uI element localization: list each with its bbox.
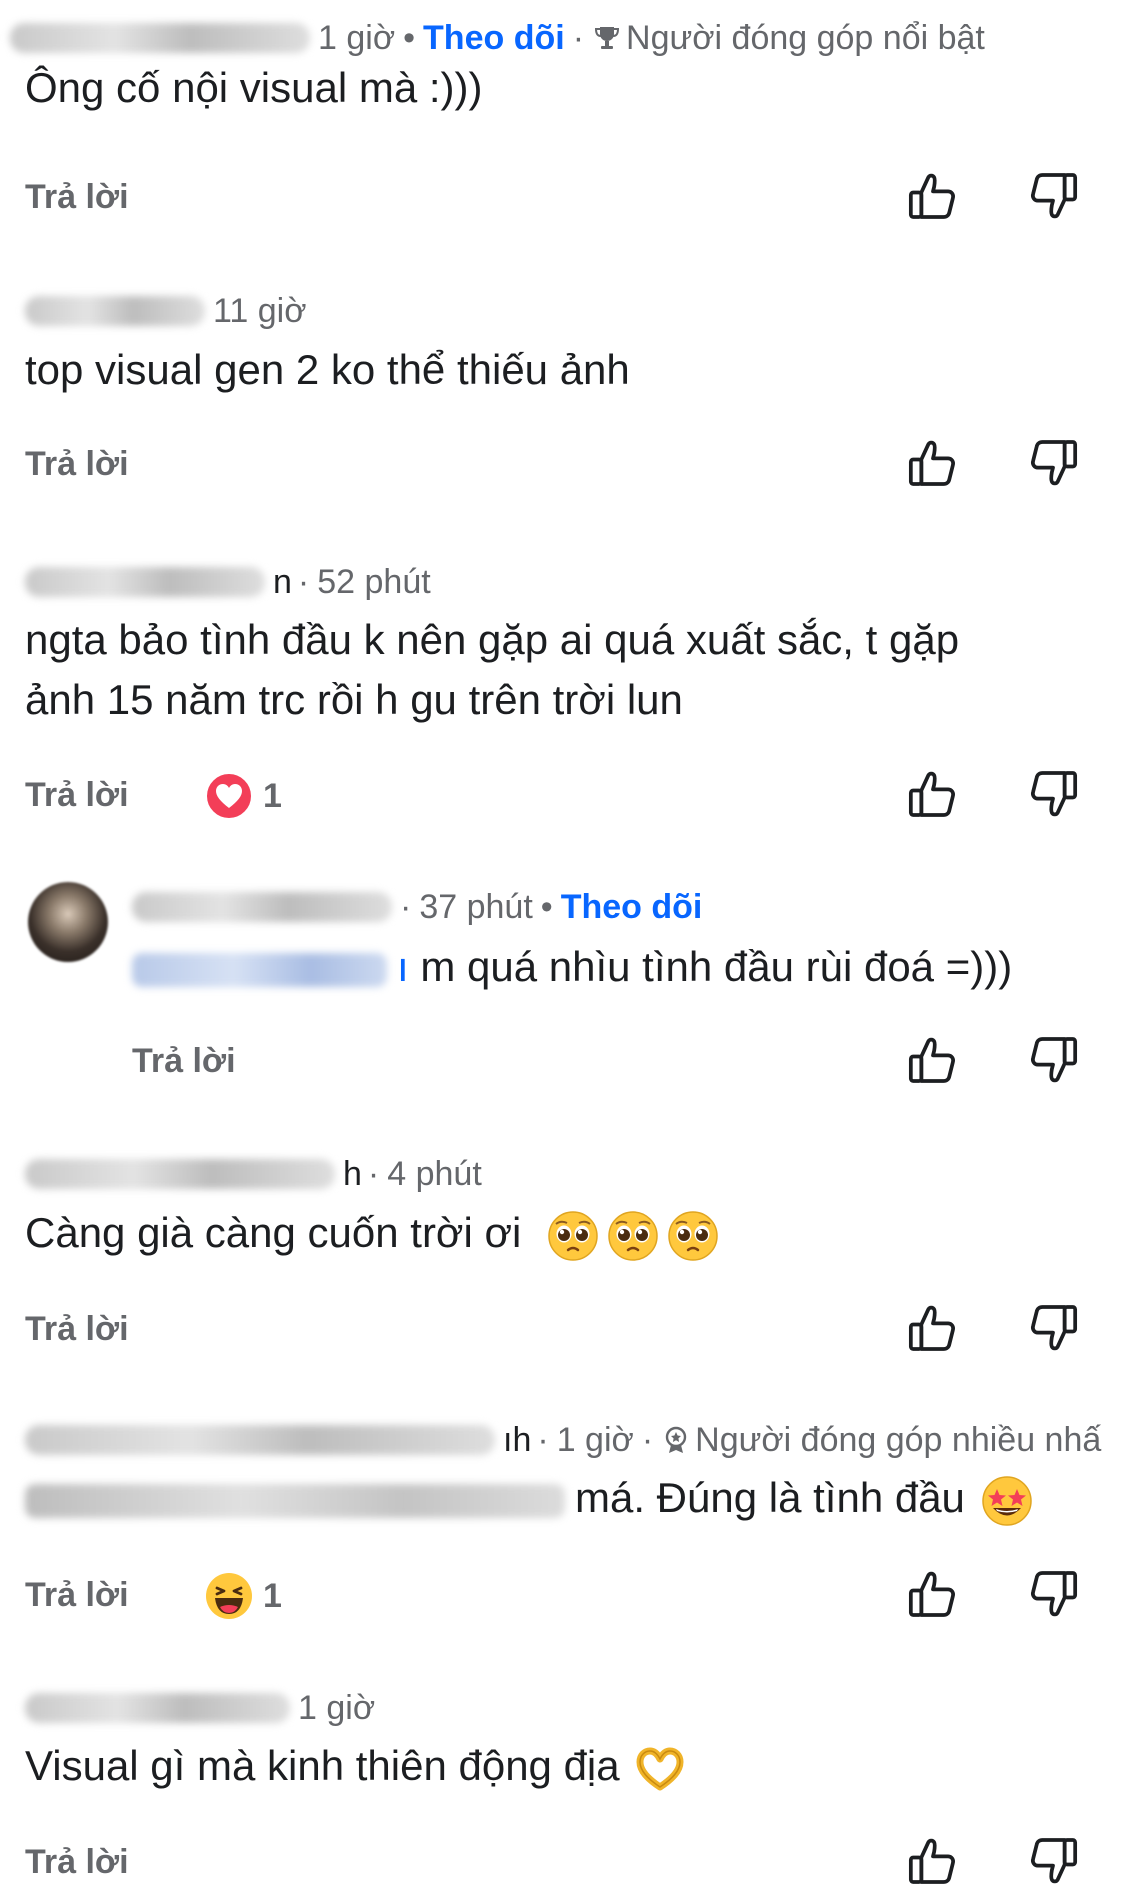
author-name-tail: h [343,1154,362,1193]
comment-time: 52 phút [317,562,431,601]
mention-blurred[interactable] [25,1483,565,1518]
trophy-icon [592,23,622,53]
author-name-blurred[interactable] [132,892,392,922]
separator-dot: · [367,1154,380,1193]
author-name-blurred[interactable] [25,1693,290,1723]
comment-meta: · 37 phút • Theo dõi [132,887,702,927]
reply-button[interactable]: Trả lời [25,776,129,815]
reaction-count: 1 [263,1576,282,1615]
comment-text: ı m quá nhìu tình đầu rùi đoá =))) [132,937,1088,997]
comment-text: Ông cố nội visual mà :))) [25,58,1088,118]
separator-dot: · [297,562,310,601]
comment-body: má. Đúng là tình đầu [575,1474,965,1521]
thumbs-down-icon[interactable] [1025,1300,1081,1356]
comment-body-line-1: ngta bảo tình đầu k nên gặp ai quá xuất … [25,616,960,663]
follow-button[interactable]: Theo dõi [423,19,565,58]
thumbs-down-icon[interactable] [1025,1833,1081,1889]
pleading-face-icon [607,1210,659,1262]
heart-hands-icon [634,1743,686,1795]
comment-body: Ông cố nội visual mà :))) [25,64,483,111]
author-name-blurred[interactable] [25,567,265,597]
comment-time: 1 giờ [318,18,396,57]
reaction-count: 1 [263,776,282,815]
thumbs-down-icon[interactable] [1025,1566,1081,1622]
comment-actions: Trả lời [132,1032,1105,1092]
comment-actions: Trả lời 1 [25,1566,1105,1626]
separator-dot: • [403,18,416,57]
author-name-tail: n [273,562,292,601]
star-struck-icon [981,1475,1033,1527]
comment-actions: Trả lời [25,1300,1105,1360]
comment-body: Visual gì mà kinh thiên động địa [25,1742,620,1789]
comment-body-line-2: ảnh 15 năm trc rồi h gu trên trời lun [25,676,683,723]
mention-blurred[interactable] [132,952,387,987]
pleading-face-icon [667,1210,719,1262]
comment-text: Visual gì mà kinh thiên động địa [25,1736,1088,1796]
follow-button[interactable]: Theo dõi [561,888,703,927]
thumbs-up-icon[interactable] [905,1032,961,1088]
thumbs-up-icon[interactable] [905,1833,961,1889]
separator-dot: · [641,1420,654,1459]
comment-actions: Trả lời [25,168,1105,228]
comment-meta: 1 giờ [25,1688,375,1728]
author-name-blurred[interactable] [25,296,205,326]
comment-time: 4 phút [387,1154,482,1193]
reply-button[interactable]: Trả lời [25,1576,129,1615]
comment-body: top visual gen 2 ko thể thiếu ảnh [25,346,630,393]
thumbs-down-icon[interactable] [1025,1032,1081,1088]
comment-time: 1 giờ [556,1420,634,1459]
author-name-blurred[interactable] [25,1425,495,1455]
reply-button[interactable]: Trả lời [25,1843,129,1882]
reaction-summary[interactable]: 1 [205,1572,282,1620]
reaction-summary[interactable]: 1 [205,772,282,820]
thumbs-down-icon[interactable] [1025,766,1081,822]
comment-actions: Trả lời [25,1833,1105,1893]
reply-button[interactable]: Trả lời [132,1042,236,1081]
thumbs-down-icon[interactable] [1025,435,1081,491]
heart-reaction-icon [205,772,253,820]
author-name-blurred[interactable] [10,23,310,53]
comment-text: top visual gen 2 ko thể thiếu ảnh [25,340,1088,400]
contributor-badge: Người đóng góp nhiều nhấ [661,1421,1101,1460]
comment-time: 37 phút [419,887,533,926]
author-name-tail: ıh [503,1420,532,1459]
comment-actions: Trả lời 1 [25,766,1105,826]
top-contributor-badge: Người đóng góp nổi bật [592,19,985,58]
thumbs-up-icon[interactable] [905,1300,961,1356]
comment-time: 1 giờ [298,1688,376,1727]
thumbs-up-icon[interactable] [905,435,961,491]
reply-button[interactable]: Trả lời [25,178,129,217]
comment-meta: ıh · 1 giờ · Người đóng góp nhiều nhấ [25,1420,1101,1460]
comment-text: má. Đúng là tình đầu [25,1468,1088,1528]
badge-label: Người đóng góp nhiều nhấ [695,1420,1102,1459]
separator-dot: · [400,887,412,926]
thumbs-up-icon[interactable] [905,1566,961,1622]
badge-label: Người đóng góp nổi bật [626,18,985,57]
separator-dot: · [537,1420,549,1459]
comment-time: 11 giờ [213,291,307,330]
thumbs-down-icon[interactable] [1025,168,1081,224]
comment-meta: n · 52 phút [25,562,431,602]
avatar[interactable] [28,882,108,962]
pleading-face-icon [547,1210,599,1262]
haha-reaction-icon [205,1572,253,1620]
separator-dot: • [540,887,553,926]
thumbs-up-icon[interactable] [905,168,961,224]
comment-actions: Trả lời [25,435,1105,495]
comment-body: Càng già càng cuốn trời ơi [25,1209,522,1256]
mention-tail: ı [397,943,409,990]
comment-text: ngta bảo tình đầu k nên gặp ai quá xuất … [25,610,1088,730]
separator-dot: · [572,18,585,57]
reply-button[interactable]: Trả lời [25,1310,129,1349]
medal-icon [661,1425,691,1455]
author-name-blurred[interactable] [25,1159,335,1189]
thumbs-up-icon[interactable] [905,766,961,822]
comment-meta: 11 giờ [25,291,307,331]
comment-meta: 1 giờ • Theo dõi · Người đóng góp nổi bậ… [10,18,985,58]
comment-body: m quá nhìu tình đầu rùi đoá =))) [420,943,1013,990]
comment-text: Càng già càng cuốn trời ơi [25,1203,1088,1263]
reply-button[interactable]: Trả lời [25,445,129,484]
comment-meta: h · 4 phút [25,1154,482,1194]
